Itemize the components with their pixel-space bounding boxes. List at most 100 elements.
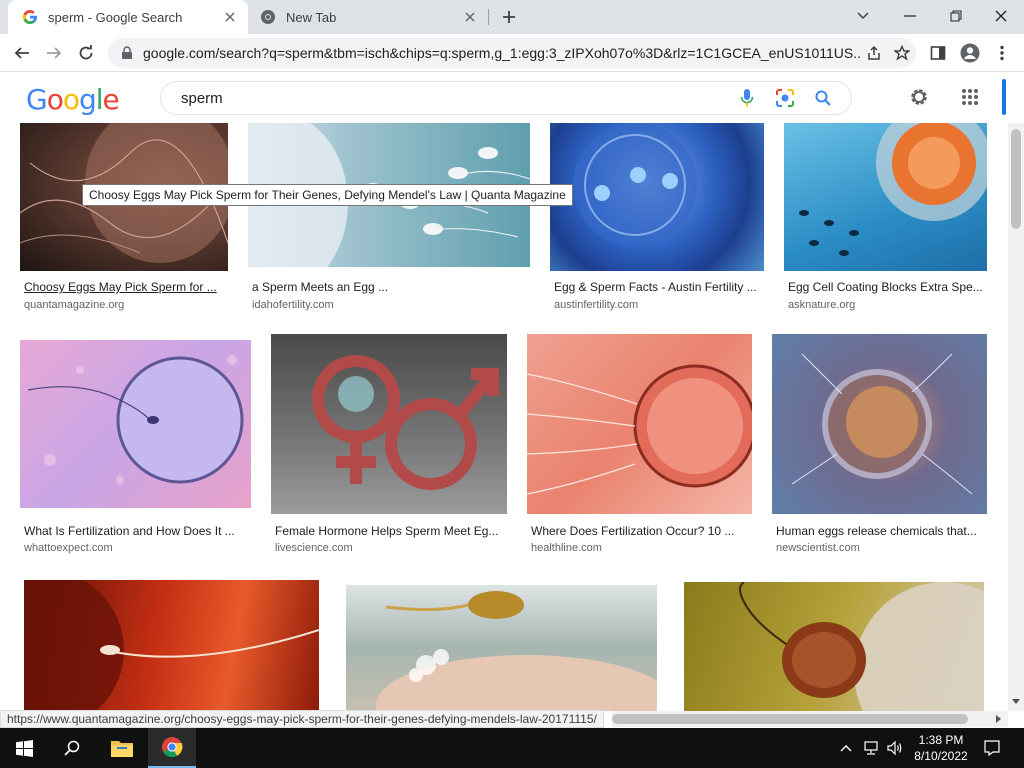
- volume-button[interactable]: [884, 728, 906, 768]
- star-icon: [894, 45, 910, 61]
- result-caption[interactable]: Egg Cell Coating Blocks Extra Spe...: [788, 280, 987, 294]
- scrollbar-thumb[interactable]: [1011, 129, 1021, 229]
- restore-icon: [950, 10, 962, 22]
- address-bar[interactable]: google.com/search?q=sperm&tbm=isch&chips…: [108, 38, 916, 68]
- result-source[interactable]: asknature.org: [788, 299, 855, 311]
- show-hidden-icons-button[interactable]: [836, 728, 856, 768]
- close-tab-icon[interactable]: [220, 7, 240, 27]
- result-source[interactable]: idahofertility.com: [252, 299, 334, 311]
- google-apps-button[interactable]: [956, 83, 984, 111]
- result-caption[interactable]: Female Hormone Helps Sperm Meet Eg...: [275, 524, 505, 538]
- bookmark-button[interactable]: [888, 39, 916, 67]
- side-panel-icon: [930, 46, 946, 60]
- result-thumbnail[interactable]: [527, 334, 752, 514]
- settings-button[interactable]: [905, 83, 933, 111]
- google-logo[interactable]: Google: [26, 83, 120, 116]
- windows-logo-icon: [15, 739, 33, 757]
- result-thumbnail[interactable]: [784, 123, 987, 271]
- minimize-button[interactable]: [896, 4, 924, 28]
- image-result[interactable]: Where Does Fertilization Occur? 10 ... h…: [527, 334, 752, 555]
- browser-toolbar: google.com/search?q=sperm&tbm=isch&chips…: [0, 34, 1024, 72]
- result-source[interactable]: healthline.com: [531, 542, 602, 554]
- lock-icon[interactable]: [120, 46, 134, 60]
- reload-icon: [79, 45, 93, 60]
- tab-search-button[interactable]: [849, 4, 877, 28]
- image-result[interactable]: What Is Fertilization and How Does It ..…: [20, 340, 251, 555]
- search-input[interactable]: [181, 89, 731, 107]
- scrollbar-thumb[interactable]: [612, 714, 968, 724]
- apps-grid-icon: [962, 89, 978, 105]
- result-source[interactable]: livescience.com: [275, 542, 353, 554]
- notifications-button[interactable]: [978, 728, 1006, 768]
- clock-time: 1:38 PM: [918, 733, 964, 747]
- minimize-icon: [904, 15, 916, 17]
- image-result[interactable]: [684, 582, 984, 711]
- vertical-scrollbar[interactable]: [1008, 123, 1024, 711]
- url-text[interactable]: google.com/search?q=sperm&tbm=isch&chips…: [143, 45, 860, 61]
- image-result[interactable]: [24, 580, 319, 711]
- result-thumbnail[interactable]: [684, 582, 984, 711]
- result-source[interactable]: quantamagazine.org: [24, 299, 124, 311]
- search-button[interactable]: [807, 82, 839, 114]
- google-header: Google: [0, 73, 1024, 123]
- scroll-right-arrow-icon[interactable]: [994, 715, 1002, 723]
- result-caption[interactable]: Where Does Fertilization Occur? 10 ...: [531, 524, 749, 538]
- result-caption[interactable]: Choosy Eggs May Pick Sperm for ...: [24, 280, 224, 294]
- chrome-menu-button[interactable]: [988, 39, 1016, 67]
- chevron-down-icon: [857, 12, 869, 20]
- image-result[interactable]: Female Hormone Helps Sperm Meet Eg... li…: [271, 334, 507, 555]
- image-result[interactable]: [346, 585, 657, 711]
- voice-search-button[interactable]: [731, 82, 763, 114]
- image-result[interactable]: Egg & Sperm Facts - Austin Fertility ...…: [550, 123, 764, 313]
- start-button[interactable]: [0, 728, 48, 768]
- lens-search-button[interactable]: [769, 82, 801, 114]
- network-button[interactable]: [860, 728, 882, 768]
- chrome-icon: [261, 10, 275, 24]
- folder-icon: [111, 741, 133, 757]
- result-thumbnail[interactable]: [20, 340, 251, 508]
- tab-google-search[interactable]: sperm - Google Search: [8, 0, 248, 34]
- result-thumbnail[interactable]: [271, 334, 507, 514]
- result-caption[interactable]: Human eggs release chemicals that...: [776, 524, 986, 538]
- result-source[interactable]: whattoexpect.com: [24, 542, 113, 554]
- search-taskbar-button[interactable]: [48, 728, 96, 768]
- image-results-grid: Choosy Eggs May Pick Sperm for ... quant…: [0, 123, 1008, 711]
- new-tab-button[interactable]: [498, 6, 520, 28]
- image-result[interactable]: Choosy Eggs May Pick Sperm for ... quant…: [20, 123, 228, 313]
- scroll-down-arrow-icon[interactable]: [1012, 697, 1020, 705]
- result-caption[interactable]: Egg & Sperm Facts - Austin Fertility ...: [554, 280, 760, 294]
- horizontal-scrollbar[interactable]: [612, 711, 1008, 727]
- result-thumbnail[interactable]: [550, 123, 764, 271]
- file-explorer-button[interactable]: [98, 728, 146, 768]
- search-box[interactable]: [160, 81, 852, 115]
- more-vert-icon: [1000, 45, 1004, 61]
- avatar-icon: [960, 43, 980, 63]
- reload-button[interactable]: [72, 39, 100, 67]
- status-bar-url: https://www.quantamagazine.org/choosy-eg…: [0, 710, 604, 728]
- arrow-left-icon: [14, 47, 29, 59]
- chrome-icon: [162, 737, 183, 758]
- share-button[interactable]: [860, 39, 888, 67]
- result-source[interactable]: newscientist.com: [776, 542, 860, 554]
- result-thumbnail[interactable]: [346, 585, 657, 711]
- result-caption[interactable]: a Sperm Meets an Egg ...: [252, 280, 522, 294]
- restore-button[interactable]: [942, 4, 970, 28]
- result-thumbnail[interactable]: [24, 580, 319, 711]
- image-result[interactable]: Egg Cell Coating Blocks Extra Spe... ask…: [784, 123, 987, 313]
- close-window-button[interactable]: [987, 4, 1015, 28]
- result-source[interactable]: austinfertility.com: [554, 299, 638, 311]
- side-panel-button[interactable]: [924, 39, 952, 67]
- forward-button[interactable]: [40, 39, 68, 67]
- share-icon: [868, 45, 880, 60]
- result-caption[interactable]: What Is Fertilization and How Does It ..…: [24, 524, 246, 538]
- account-button-edge[interactable]: [1002, 79, 1006, 115]
- tab-new-tab[interactable]: New Tab: [250, 0, 488, 34]
- result-thumbnail[interactable]: [772, 334, 987, 514]
- system-clock[interactable]: 1:38 PM 8/10/2022: [906, 732, 976, 764]
- close-tab-icon[interactable]: [460, 7, 480, 27]
- image-result[interactable]: a Sperm Meets an Egg ... idahofertility.…: [248, 123, 530, 313]
- image-result[interactable]: Human eggs release chemicals that... new…: [772, 334, 987, 555]
- chrome-taskbar-button[interactable]: [148, 728, 196, 768]
- back-button[interactable]: [8, 39, 36, 67]
- profile-button[interactable]: [956, 39, 984, 67]
